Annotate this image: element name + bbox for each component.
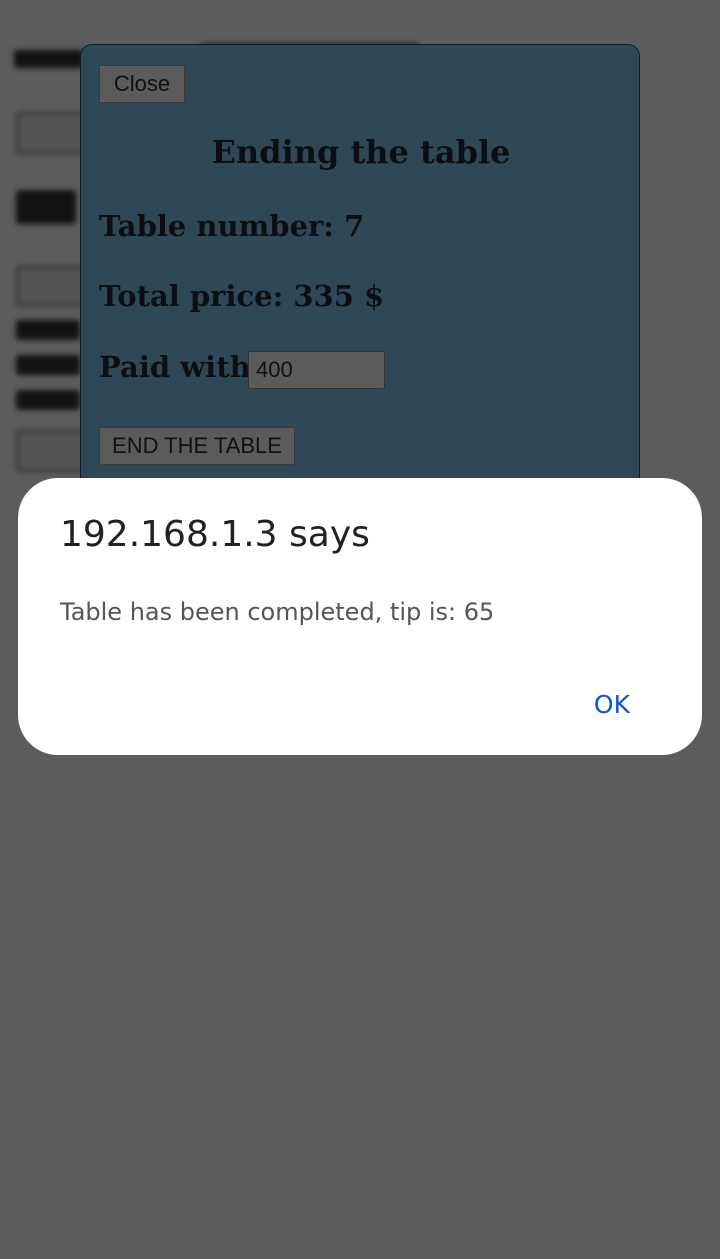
paid-with-label: Paid with: [99, 350, 262, 384]
total-price-text: Total price: 335 $ [99, 279, 385, 313]
alert-dialog: 192.168.1.3 says Table has been complete… [18, 478, 702, 755]
end-table-button[interactable]: END THE TABLE [99, 427, 295, 465]
ok-button[interactable]: OK [594, 690, 630, 719]
close-button[interactable]: Close [99, 65, 185, 103]
alert-message: Table has been completed, tip is: 65 [60, 598, 495, 626]
end-table-modal: Close Ending the table Table number: 7 T… [80, 44, 640, 514]
table-number-text: Table number: 7 [99, 209, 365, 243]
alert-title: 192.168.1.3 says [60, 514, 370, 555]
modal-title: Ending the table [211, 133, 511, 171]
paid-with-input[interactable]: 400 [248, 351, 385, 389]
